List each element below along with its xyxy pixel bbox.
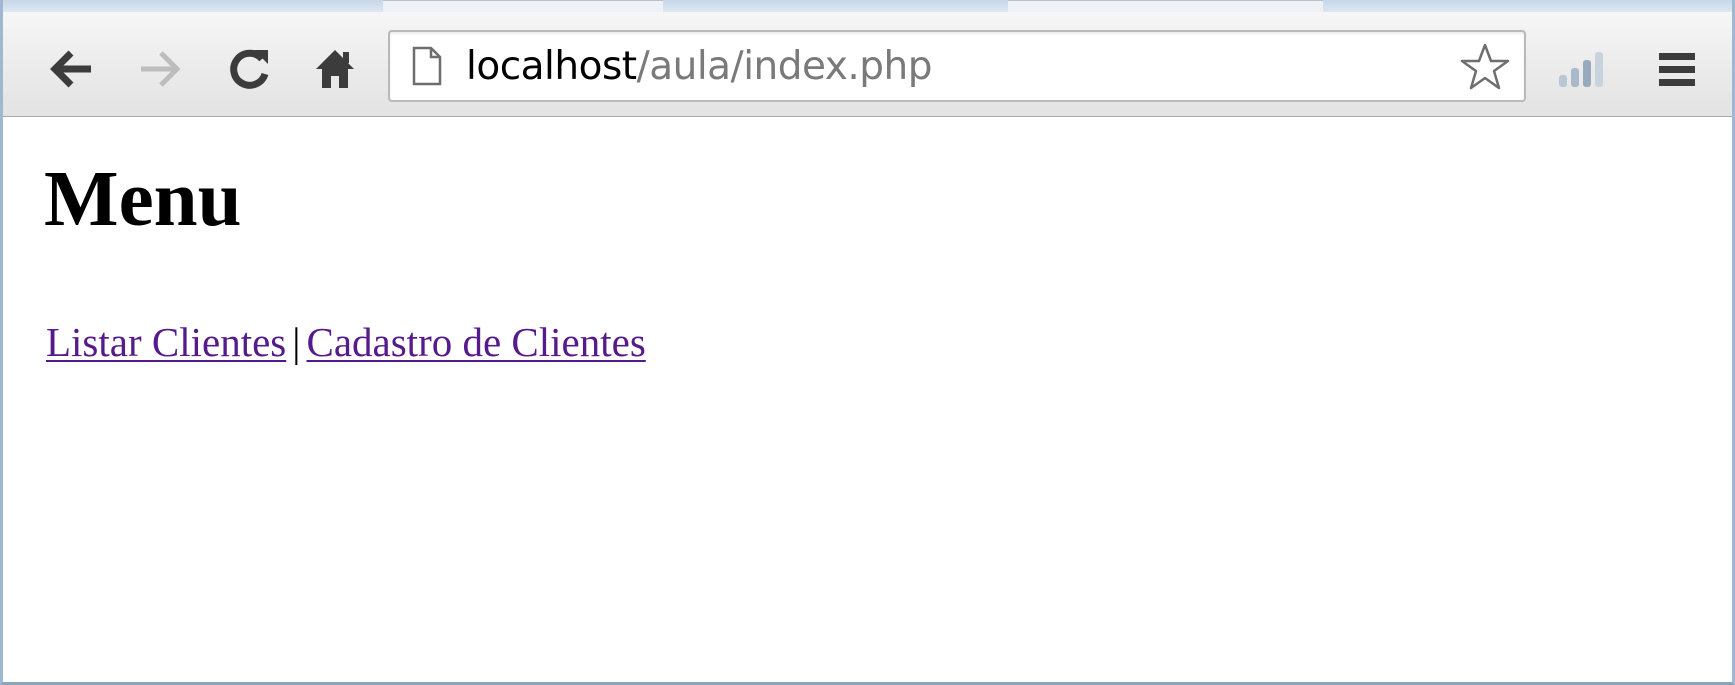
browser-toolbar: localhost/aula/index.php xyxy=(3,12,1732,117)
forward-button[interactable] xyxy=(131,40,189,98)
reload-button[interactable] xyxy=(220,40,278,98)
reload-icon xyxy=(226,46,272,92)
star-icon[interactable] xyxy=(1460,42,1510,92)
signal-bars-icon xyxy=(1555,49,1605,89)
cadastro-de-clientes-link[interactable]: Cadastro de Clientes xyxy=(306,319,645,365)
listar-clientes-link[interactable]: Listar Clientes xyxy=(46,319,286,365)
page-icon xyxy=(412,46,442,86)
menu-button[interactable] xyxy=(1648,40,1706,98)
address-bar-url[interactable]: localhost/aula/index.php xyxy=(466,40,933,94)
hamburger-menu-icon xyxy=(1655,49,1699,89)
forward-arrow-icon xyxy=(137,49,183,89)
tab-strip xyxy=(3,0,1732,13)
back-arrow-icon xyxy=(49,49,95,89)
home-icon xyxy=(313,47,357,91)
back-button[interactable] xyxy=(43,40,101,98)
page-content: Menu Listar Clientes | Cadastro de Cliente… xyxy=(3,117,1732,682)
nav-separator: | xyxy=(292,319,301,365)
home-button[interactable] xyxy=(306,40,364,98)
browser-window: localhost/aula/index.php Menu Listar Cli… xyxy=(0,0,1735,685)
page-title: Menu xyxy=(44,156,242,243)
url-path: /aula/index.php xyxy=(636,44,933,89)
url-host: localhost xyxy=(466,44,637,89)
address-bar[interactable]: localhost/aula/index.php xyxy=(388,30,1526,102)
extension-button[interactable] xyxy=(1551,40,1609,98)
nav-links: Listar Clientes | Cadastro de Clientes xyxy=(46,317,646,367)
